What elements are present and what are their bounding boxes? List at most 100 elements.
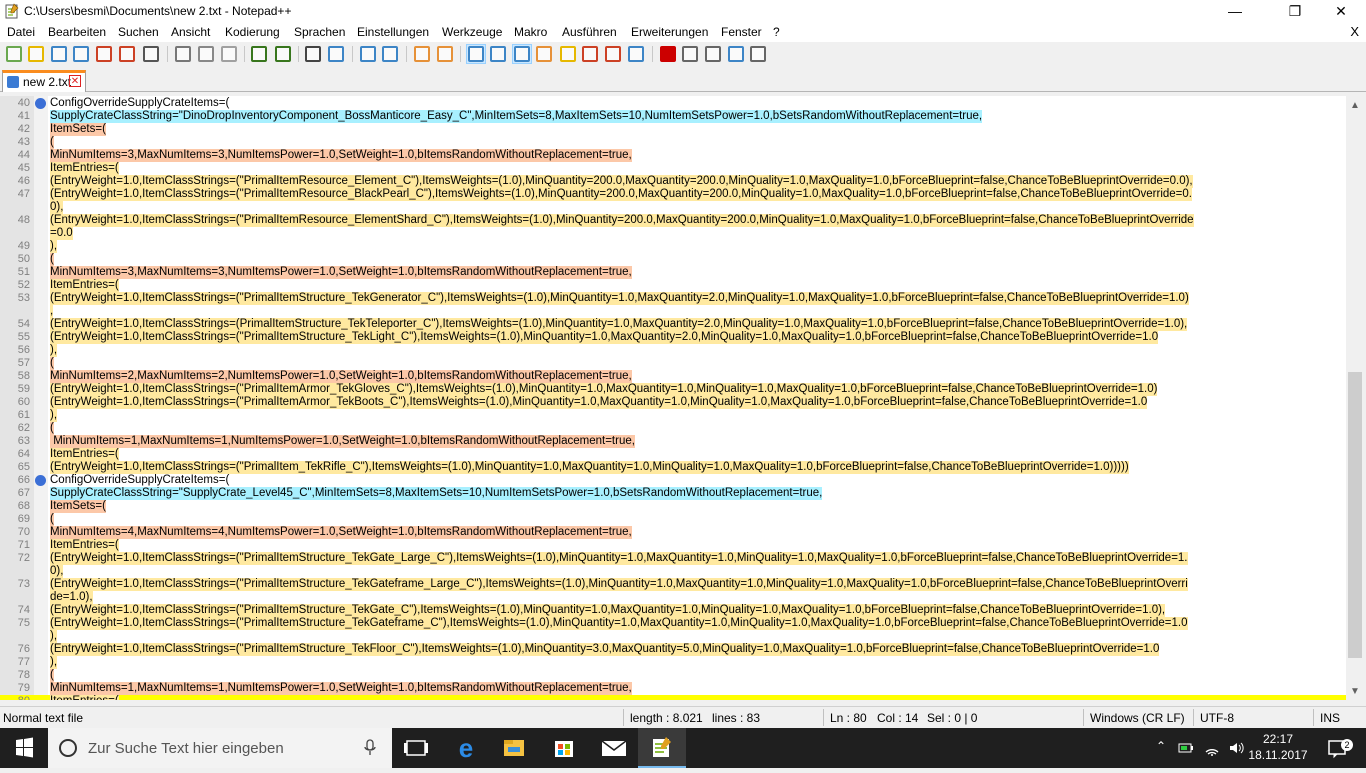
code-line[interactable]: 49), xyxy=(0,240,1346,253)
menu-help[interactable]: ? xyxy=(773,25,780,39)
menu-bearbeiten[interactable]: Bearbeiten xyxy=(48,25,106,39)
code-line[interactable]: 76 (EntryWeight=1.0,ItemClassStrings=("Pr… xyxy=(0,643,1346,656)
redo-icon[interactable] xyxy=(275,46,291,62)
code-line[interactable]: 54 (EntryWeight=1.0,ItemClassStrings=(Pri… xyxy=(0,318,1346,331)
code-line[interactable]: =0.0 xyxy=(0,227,1346,240)
menu-erweiterungen[interactable]: Erweiterungen xyxy=(631,25,708,39)
code-line[interactable]: 80 ItemEntries=( xyxy=(0,695,1346,700)
code-line[interactable]: 0), xyxy=(0,201,1346,214)
code-line[interactable]: 0), xyxy=(0,565,1346,578)
code-line[interactable]: 75 (EntryWeight=1.0,ItemClassStrings=("Pr… xyxy=(0,617,1346,630)
microphone-icon[interactable] xyxy=(364,739,376,757)
battery-icon[interactable] xyxy=(1178,740,1194,756)
code-line[interactable]: 61), xyxy=(0,409,1346,422)
wifi-icon[interactable] xyxy=(1204,740,1220,756)
function-list-icon[interactable] xyxy=(560,46,576,62)
code-line[interactable]: 73 (EntryWeight=1.0,ItemClassStrings=("Pr… xyxy=(0,578,1346,591)
menu-suchen[interactable]: Suchen xyxy=(118,25,159,39)
show-all-chars-icon[interactable] xyxy=(490,46,506,62)
code-line[interactable]: 77), xyxy=(0,656,1346,669)
menu-werkzeuge[interactable]: Werkzeuge xyxy=(442,25,502,39)
code-line[interactable]: 68 ItemSets=( xyxy=(0,500,1346,513)
code-line[interactable]: 41 SupplyCrateClassString="DinoDropInvent… xyxy=(0,110,1346,123)
cut-icon[interactable] xyxy=(175,46,191,62)
code-line[interactable]: 69 ( xyxy=(0,513,1346,526)
code-line[interactable]: 42 ItemSets=( xyxy=(0,123,1346,136)
folder-as-workspace-icon[interactable] xyxy=(582,46,598,62)
code-line[interactable]: de=1.0), xyxy=(0,591,1346,604)
zoom-out-icon[interactable] xyxy=(382,46,398,62)
save-all-icon[interactable] xyxy=(73,46,89,62)
maximize-button[interactable]: ❐ xyxy=(1272,0,1318,23)
close-document-x[interactable]: X xyxy=(1350,24,1359,39)
paste-icon[interactable] xyxy=(221,46,237,62)
editor-area[interactable]: 40 ConfigOverrideSupplyCrateItems=(41 Supp… xyxy=(0,96,1346,700)
doc-map-icon[interactable] xyxy=(536,46,552,62)
doc-list-icon[interactable] xyxy=(605,46,621,62)
tab-new-2[interactable]: new 2.txt ✕ xyxy=(2,70,86,92)
zoom-in-icon[interactable] xyxy=(360,46,376,62)
menu-einstellungen[interactable]: Einstellungen xyxy=(357,25,429,39)
code-line[interactable]: 70 MinNumItems=4,MaxNumItems=4,NumItemsPo… xyxy=(0,526,1346,539)
print-icon[interactable] xyxy=(143,46,159,62)
replace-icon[interactable] xyxy=(328,46,344,62)
code-line[interactable]: 74 (EntryWeight=1.0,ItemClassStrings=("Pr… xyxy=(0,604,1346,617)
menu-datei[interactable]: Datei xyxy=(7,25,35,39)
save-macro-icon[interactable] xyxy=(750,46,766,62)
indent-guide-icon[interactable] xyxy=(514,46,530,62)
show-hidden-icons-icon[interactable]: ⌃ xyxy=(1156,739,1166,753)
vertical-scrollbar[interactable]: ▲ ▼ xyxy=(1346,96,1366,700)
new-file-icon[interactable] xyxy=(6,46,22,62)
code-line[interactable]: 59 (EntryWeight=1.0,ItemClassStrings=("Pr… xyxy=(0,383,1346,396)
play-macro-icon[interactable] xyxy=(705,46,721,62)
menu-fenster[interactable]: Fenster xyxy=(721,25,762,39)
tab-close-icon[interactable]: ✕ xyxy=(69,75,81,87)
sync-horizontal-icon[interactable] xyxy=(437,46,453,62)
code-line[interactable]: 65 (EntryWeight=1.0,ItemClassStrings=("Pr… xyxy=(0,461,1346,474)
code-line[interactable]: 43 ( xyxy=(0,136,1346,149)
sync-vertical-icon[interactable] xyxy=(414,46,430,62)
code-line[interactable]: 47 (EntryWeight=1.0,ItemClassStrings=("Pr… xyxy=(0,188,1346,201)
menu-makro[interactable]: Makro xyxy=(514,25,547,39)
find-icon[interactable] xyxy=(305,46,321,62)
file-explorer-icon[interactable] xyxy=(490,728,538,768)
action-center-icon[interactable]: 2 xyxy=(1314,728,1362,768)
task-view-icon[interactable] xyxy=(392,728,440,768)
store-icon[interactable] xyxy=(540,728,588,768)
menu-kodierung[interactable]: Kodierung xyxy=(225,25,280,39)
code-line[interactable]: 50 ( xyxy=(0,253,1346,266)
stop-record-icon[interactable] xyxy=(682,46,698,62)
scroll-up-icon[interactable]: ▲ xyxy=(1350,100,1360,111)
code-line[interactable]: 66 ConfigOverrideSupplyCrateItems=( xyxy=(0,474,1346,487)
code-line[interactable]: 52 ItemEntries=( xyxy=(0,279,1346,292)
code-line[interactable]: 72 (EntryWeight=1.0,ItemClassStrings=("Pr… xyxy=(0,552,1346,565)
bookmark-icon[interactable] xyxy=(35,98,46,109)
scroll-down-icon[interactable]: ▼ xyxy=(1350,686,1360,697)
bookmark-icon[interactable] xyxy=(35,475,46,486)
minimize-button[interactable]: — xyxy=(1212,0,1258,23)
code-line[interactable]: 60 (EntryWeight=1.0,ItemClassStrings=("Pr… xyxy=(0,396,1346,409)
code-line[interactable]: 78 ( xyxy=(0,669,1346,682)
code-line[interactable]: 55 (EntryWeight=1.0,ItemClassStrings=("Pr… xyxy=(0,331,1346,344)
save-icon[interactable] xyxy=(51,46,67,62)
code-line[interactable]: , xyxy=(0,305,1346,318)
code-line[interactable]: 71 ItemEntries=( xyxy=(0,539,1346,552)
code-line[interactable]: 64 ItemEntries=( xyxy=(0,448,1346,461)
undo-icon[interactable] xyxy=(251,46,267,62)
code-line[interactable]: 56), xyxy=(0,344,1346,357)
code-line[interactable]: 57 ( xyxy=(0,357,1346,370)
notepad-plus-plus-taskbar-icon[interactable] xyxy=(638,728,686,768)
menu-sprachen[interactable]: Sprachen xyxy=(294,25,345,39)
code-line[interactable]: 46 (EntryWeight=1.0,ItemClassStrings=("Pr… xyxy=(0,175,1346,188)
code-line[interactable]: 62 ( xyxy=(0,422,1346,435)
code-line[interactable]: 44 MinNumItems=3,MaxNumItems=3,NumItemsPo… xyxy=(0,149,1346,162)
code-line[interactable]: 48 (EntryWeight=1.0,ItemClassStrings=("Pr… xyxy=(0,214,1346,227)
open-file-icon[interactable] xyxy=(28,46,44,62)
code-line[interactable]: 63 MinNumItems=1,MaxNumItems=1,NumItemsP… xyxy=(0,435,1346,448)
record-macro-icon[interactable] xyxy=(660,46,676,62)
close-button[interactable]: ✕ xyxy=(1318,0,1364,23)
start-button[interactable] xyxy=(0,728,48,768)
code-line[interactable]: 79 MinNumItems=1,MaxNumItems=1,NumItemsPo… xyxy=(0,682,1346,695)
code-line[interactable]: 51 MinNumItems=3,MaxNumItems=3,NumItemsPo… xyxy=(0,266,1346,279)
mail-icon[interactable] xyxy=(590,728,638,768)
